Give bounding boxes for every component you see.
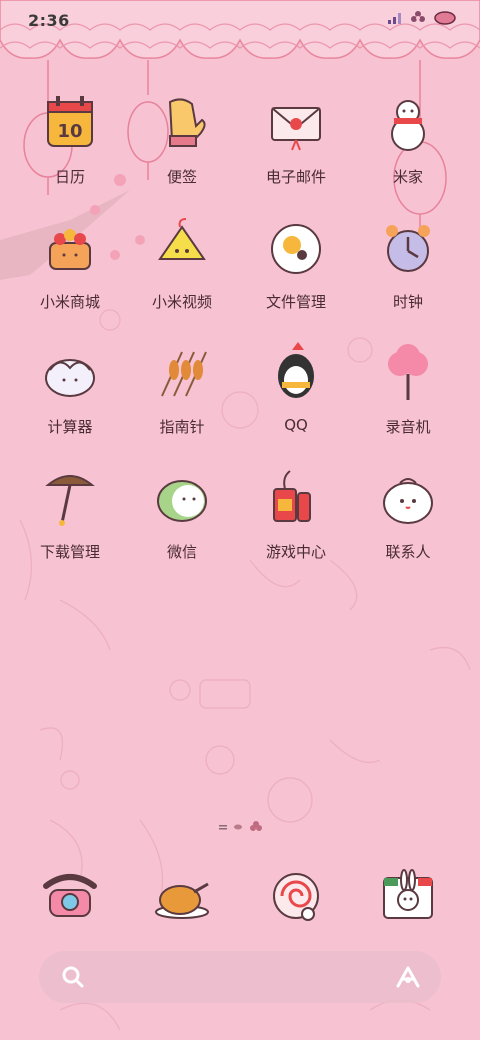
app-firecracker[interactable]: 游戏中心 [241,465,351,580]
app-plate[interactable]: 文件管理 [241,215,351,330]
app-label: 下载管理 [39,543,100,561]
status-bar: 2:36 [0,0,480,40]
leaf-icon [234,824,242,830]
app-dumpling[interactable]: 计算器 [15,340,125,455]
green-bun-icon [150,465,214,529]
page-dot-icon [219,825,227,830]
active-page-flower-icon [250,821,262,831]
cake-icon [38,215,102,279]
app-label: 指南针 [159,418,205,436]
app-label: 小米商城 [39,293,100,311]
app-label: 联系人 [385,543,431,561]
app-label: 计算器 [47,418,93,436]
search-bar[interactable] [39,951,441,1003]
status-icons [388,10,456,26]
dock-telephone[interactable] [15,862,125,932]
app-label: 时钟 [392,293,423,311]
app-mushroom[interactable]: 下载管理 [15,465,125,580]
battery-icon [434,11,456,25]
app-label: 日历 [54,168,85,186]
app-label: 微信 [166,543,197,561]
flower-icon [411,11,425,22]
cotton-candy-icon [376,340,440,404]
alarm-clock-icon [376,215,440,279]
app-label: 游戏中心 [265,543,326,561]
app-snowman[interactable]: 米家 [353,90,463,205]
page-indicator [219,820,263,834]
calendar-icon: 10 [38,90,102,154]
mushroom-icon [38,465,102,529]
roast-chicken-icon [150,862,214,926]
assistant-icon[interactable] [395,965,421,989]
app-calendar[interactable]: 10 日历 [15,90,125,205]
app-label: 米家 [392,168,423,186]
status-time: 2:36 [28,11,70,30]
app-penguin[interactable]: QQ [241,340,351,455]
mitten-icon [150,90,214,154]
app-white-bun[interactable]: 联系人 [353,465,463,580]
penguin-icon [264,340,328,404]
app-skewers[interactable]: 指南针 [127,340,237,455]
signal-icon [388,13,401,24]
app-label: 文件管理 [265,293,326,311]
search-icon[interactable] [61,965,85,989]
app-cotton-candy[interactable]: 录音机 [353,340,463,455]
envelope-icon [264,90,328,154]
dock-bunny-camera[interactable] [353,862,463,932]
app-label: 录音机 [385,418,431,436]
zongzi-icon [150,215,214,279]
app-alarm-clock[interactable]: 时钟 [353,215,463,330]
dock [0,862,480,932]
app-mitten[interactable]: 便签 [127,90,237,205]
skewers-icon [150,340,214,404]
app-green-bun[interactable]: 微信 [127,465,237,580]
app-label: 便签 [166,168,197,186]
bunny-camera-icon [376,862,440,926]
swiss-roll-icon [264,862,328,926]
app-label: 电子邮件 [265,168,326,186]
white-bun-icon [376,465,440,529]
app-envelope[interactable]: 电子邮件 [241,90,351,205]
dumpling-icon [38,340,102,404]
app-label: QQ [284,416,308,434]
app-zongzi[interactable]: 小米视频 [127,215,237,330]
dock-swiss-roll[interactable] [241,862,351,932]
app-cake[interactable]: 小米商城 [15,215,125,330]
plate-icon [264,215,328,279]
app-label: 小米视频 [151,293,212,311]
telephone-icon [38,862,102,926]
calendar-day: 10 [57,121,82,142]
snowman-icon [376,90,440,154]
firecracker-icon [264,465,328,529]
dock-roast-chicken[interactable] [127,862,237,932]
